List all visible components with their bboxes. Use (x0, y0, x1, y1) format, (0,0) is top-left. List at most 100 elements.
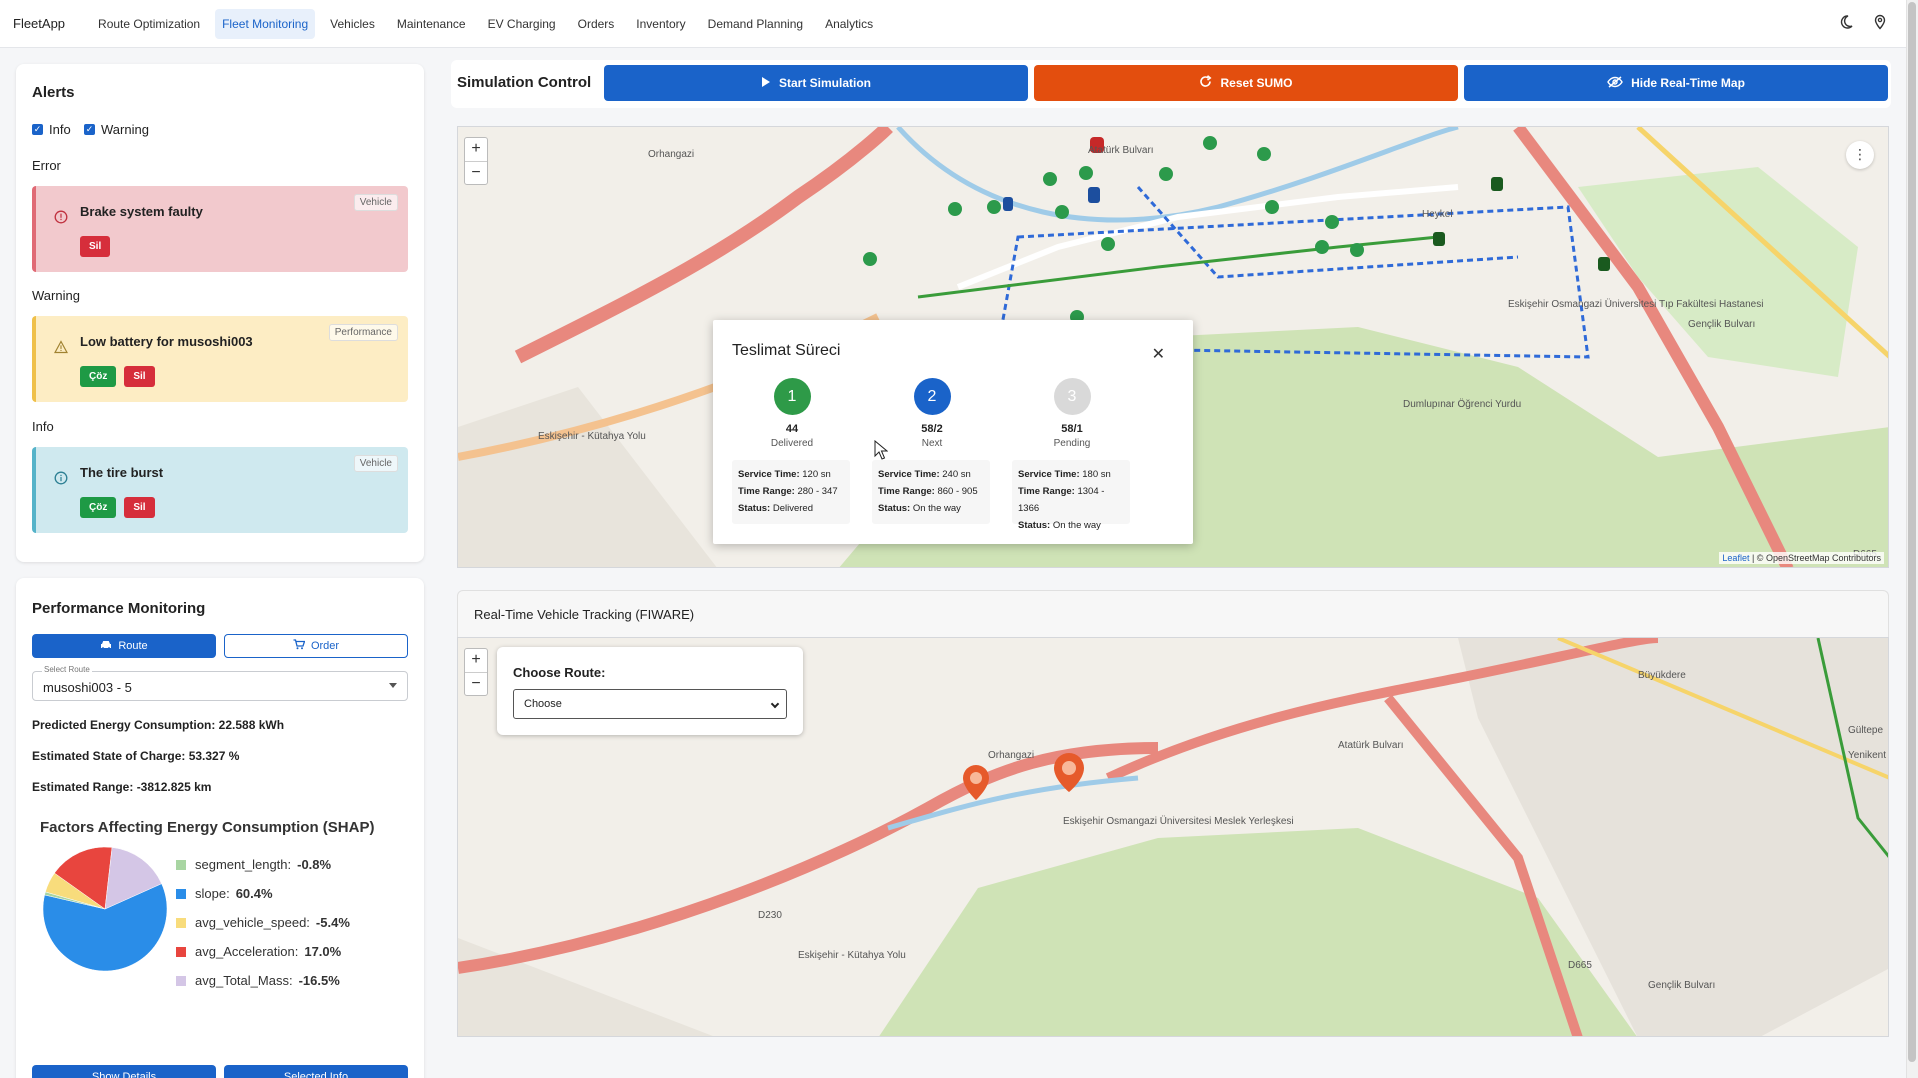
location-pin-icon[interactable] (1872, 14, 1888, 35)
nav-ev-charging[interactable]: EV Charging (481, 9, 563, 39)
map1-label-ataturk: Atatürk Bulvarı (1088, 145, 1154, 156)
map1-label-kutahya: Eskişehir - Kütahya Yolu (538, 431, 646, 442)
alert-circle-icon (54, 210, 68, 224)
step-id: 58/1 (1061, 423, 1083, 435)
tab-route-label: Route (118, 640, 148, 652)
popup-title: Teslimat Süreci (732, 342, 841, 359)
map1-attribution: Leaflet | © OpenStreetMap Contributors (1719, 552, 1884, 564)
tab-route[interactable]: Route (32, 634, 216, 658)
zoom-in-button[interactable]: + (465, 649, 487, 672)
hide-map-button[interactable]: Hide Real-Time Map (1464, 65, 1888, 101)
route-select[interactable]: Select Route musoshi003 - 5 (32, 665, 408, 701)
start-simulation-button[interactable]: Start Simulation (604, 65, 1028, 101)
tracking-title: Real-Time Vehicle Tracking (FIWARE) (474, 607, 695, 622)
delivery-step: 1 44 Delivered (732, 378, 852, 449)
alert-tag: Vehicle (353, 194, 398, 211)
nav-analytics[interactable]: Analytics (818, 9, 880, 39)
resolve-button[interactable]: Çöz (80, 366, 117, 387)
status-value: On the way (1052, 520, 1101, 531)
time-range-label: Time Range: (1018, 486, 1075, 497)
zoom-out-button[interactable]: − (465, 672, 487, 695)
zoom-in-button[interactable]: + (465, 138, 487, 161)
warning-triangle-icon (53, 340, 69, 354)
legend-value: -0.8% (297, 857, 332, 872)
brand-logo[interactable]: FleetApp (13, 16, 65, 31)
scrollbar-thumb[interactable] (1908, 2, 1916, 1062)
alert-tag: Vehicle (353, 455, 398, 472)
nav-maintenance[interactable]: Maintenance (390, 9, 473, 39)
legend-item-segment_length: segment_length: -0.8% (176, 850, 350, 879)
performance-panel: Performance Monitoring Route Order Selec… (16, 578, 424, 1078)
osm-attribution: | © OpenStreetMap Contributors (1751, 553, 1881, 563)
performance-title: Performance Monitoring (32, 600, 206, 617)
service-time-label: Service Time: (1018, 469, 1080, 480)
resolve-button[interactable]: Çöz (80, 497, 117, 518)
delete-button[interactable]: Sil (124, 366, 155, 387)
choose-route-select[interactable]: Choose (513, 689, 787, 719)
nav-route-optimization[interactable]: Route Optimization (91, 9, 207, 39)
delete-button[interactable]: Sil (124, 497, 155, 518)
alert-card-error: Brake system faulty Vehicle Sil (32, 186, 408, 272)
alert-title: Brake system faulty (80, 204, 203, 219)
refresh-icon (1199, 75, 1212, 91)
nav-vehicles[interactable]: Vehicles (323, 9, 382, 39)
close-icon[interactable]: ✕ (1152, 344, 1165, 364)
nav-orders[interactable]: Orders (571, 9, 622, 39)
legend-label: slope: (195, 886, 230, 901)
time-range-label: Time Range: (738, 486, 795, 497)
delete-button[interactable]: Sil (80, 236, 111, 257)
chevron-down-icon (389, 683, 397, 688)
legend-item-avg_Total_Mass: avg_Total_Mass: -16.5% (176, 966, 350, 995)
shap-chart-title: Factors Affecting Energy Consumption (SH… (40, 819, 375, 836)
delivery-step: 2 58/2 Next (872, 378, 992, 449)
map1-label-hospital: Eskişehir Osmangazi Üniversitesi Tıp Fak… (1508, 298, 1763, 310)
metric-estimated-range: Estimated Range: -3812.825 km (32, 780, 212, 794)
mouse-cursor-icon (874, 440, 888, 460)
choose-route-label: Choose Route: (513, 665, 606, 680)
step-status-short: Delivered (770, 438, 814, 449)
map2-label-buyukdere: Büyükdere (1638, 670, 1686, 681)
filter-info-checkbox[interactable]: ✓ Info (32, 122, 71, 137)
shap-legend: segment_length: -0.8% slope: 60.4% avg_vehic… (176, 850, 350, 995)
page-scrollbar[interactable] (1906, 0, 1918, 1078)
selected-info-button[interactable]: Selected Info (224, 1065, 408, 1078)
route-chooser-box: Choose Route: Choose (497, 647, 803, 735)
status-value: Delivered (772, 503, 813, 514)
tracking-header: Real-Time Vehicle Tracking (FIWARE) (457, 590, 1889, 638)
map2-label-ataturk: Atatürk Bulvarı (1338, 740, 1404, 751)
top-navbar: FleetApp Route Optimization Fleet Monito… (0, 0, 1918, 48)
step-circle: 1 (773, 378, 811, 415)
more-vertical-icon[interactable]: ⋮ (1846, 141, 1874, 169)
alert-card-info: The tire burst Vehicle Çöz Sil (32, 447, 408, 533)
dark-mode-moon-icon[interactable] (1838, 14, 1854, 35)
show-details-button[interactable]: Show Details (32, 1065, 216, 1078)
legend-item-avg_vehicle_speed: avg_vehicle_speed: -5.4% (176, 908, 350, 937)
step-circle: 3 (1053, 378, 1091, 415)
legend-label: avg_Acceleration: (195, 944, 299, 959)
simulation-control-bar: Simulation Control Start Simulation Rese… (451, 60, 1891, 108)
route-select-value: musoshi003 - 5 (43, 680, 132, 695)
reset-sumo-button[interactable]: Reset SUMO (1034, 65, 1458, 101)
leaflet-link[interactable]: Leaflet (1722, 553, 1749, 563)
step-id: 58/2 (921, 423, 943, 435)
play-icon (761, 76, 771, 91)
filter-warning-checkbox[interactable]: ✓ Warning (84, 122, 149, 137)
route-select-legend: Select Route (42, 665, 92, 674)
step-id: 44 (785, 423, 799, 435)
legend-label: avg_Total_Mass: (195, 973, 293, 988)
group-label-error: Error (32, 158, 61, 173)
map1-label-orhangazi: Orhangazi (648, 149, 694, 160)
group-label-warning: Warning (32, 288, 80, 303)
status-label: Status: (738, 503, 771, 514)
nav-demand-planning[interactable]: Demand Planning (701, 9, 810, 39)
nav-fleet-monitoring[interactable]: Fleet Monitoring (215, 8, 316, 39)
map2-label-d665: D665 (1568, 960, 1592, 971)
map2-label-yenikent: Yenikent (1848, 750, 1886, 761)
zoom-out-button[interactable]: − (465, 161, 487, 184)
chevron-down-icon (770, 699, 780, 709)
filter-info-label: Info (49, 122, 71, 137)
step-details-card: Service Time: 120 sn Time Range: 280 - 3… (732, 460, 850, 524)
nav-inventory[interactable]: Inventory (629, 9, 692, 39)
tab-order[interactable]: Order (224, 634, 408, 658)
group-label-info: Info (32, 419, 54, 434)
